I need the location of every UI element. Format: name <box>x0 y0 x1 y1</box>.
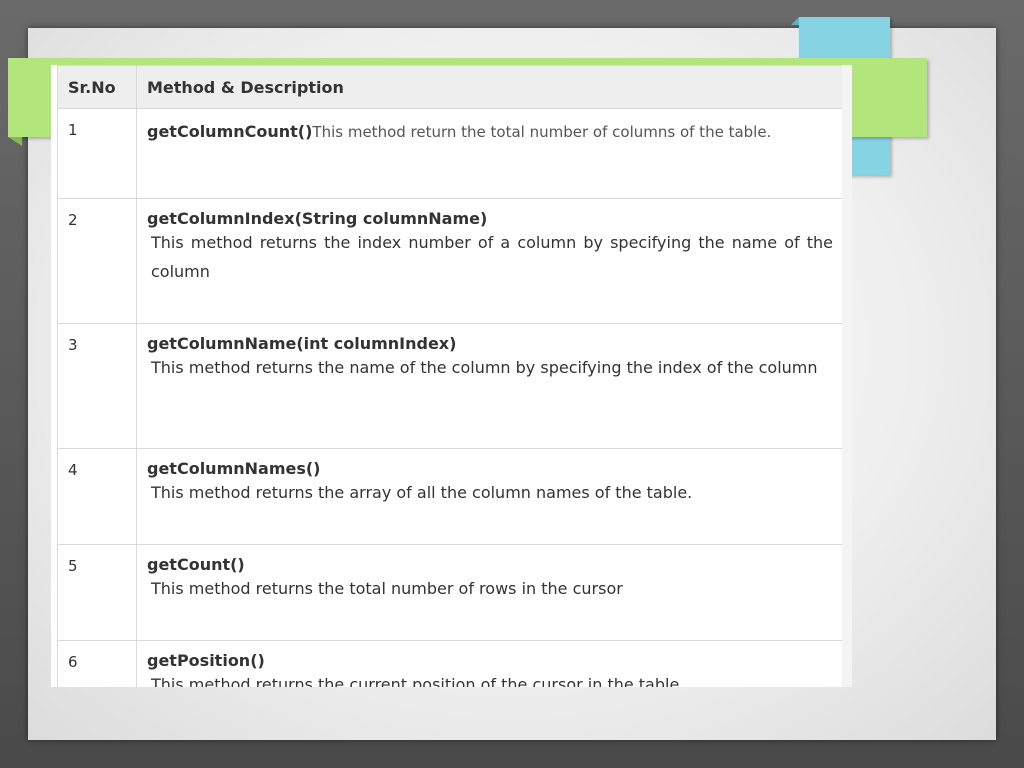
row-number: 1 <box>57 108 137 199</box>
row-number: 2 <box>57 198 137 324</box>
row-description-cell: getColumnName(int columnIndex) This meth… <box>136 323 844 449</box>
row-description-cell: getColumnIndex(String columnName) This m… <box>136 198 844 324</box>
row-description-cell: getColumnNames() This method returns the… <box>136 448 844 545</box>
table-header-row: Sr.No Method & Description <box>57 65 844 109</box>
table-row: 4 getColumnNames() This method returns t… <box>57 448 844 545</box>
table-row: 5 getCount() This method returns the tot… <box>57 544 844 641</box>
method-name: getColumnName(int columnIndex) <box>147 334 457 353</box>
method-description: This method returns the total number of … <box>151 579 623 598</box>
method-name: getPosition() <box>147 651 265 670</box>
table-row: 1 getColumnCount()This method return the… <box>57 108 844 199</box>
method-description: This method returns the current position… <box>151 675 680 687</box>
header-method-description: Method & Description <box>136 65 844 109</box>
row-number: 3 <box>57 323 137 449</box>
method-name: getColumnNames() <box>147 459 321 478</box>
header-sr-no: Sr.No <box>57 65 137 109</box>
row-description-cell: getCount() This method returns the total… <box>136 544 844 641</box>
method-description: This method return the total number of c… <box>312 123 772 141</box>
row-description-cell: getColumnCount()This method return the t… <box>136 108 844 199</box>
method-name: getColumnCount() <box>147 122 313 141</box>
table-row: 2 getColumnIndex(String columnName) This… <box>57 198 844 324</box>
row-number: 5 <box>57 544 137 641</box>
method-description: This method returns the name of the colu… <box>151 358 818 377</box>
method-name: getColumnIndex(String columnName) <box>147 209 488 228</box>
method-description: This method returns the index number of … <box>151 233 833 281</box>
method-name: getCount() <box>147 555 245 574</box>
method-description: This method returns the array of all the… <box>151 483 693 502</box>
methods-table: Sr.No Method & Description 1 getColumnCo… <box>57 65 844 687</box>
table-row: 3 getColumnName(int columnIndex) This me… <box>57 323 844 449</box>
table-row: 6 getPosition() This method returns the … <box>57 640 844 687</box>
row-description-cell: getPosition() This method returns the cu… <box>136 640 844 687</box>
row-number: 4 <box>57 448 137 545</box>
methods-table-panel: Sr.No Method & Description 1 getColumnCo… <box>51 65 852 687</box>
row-number: 6 <box>57 640 137 687</box>
